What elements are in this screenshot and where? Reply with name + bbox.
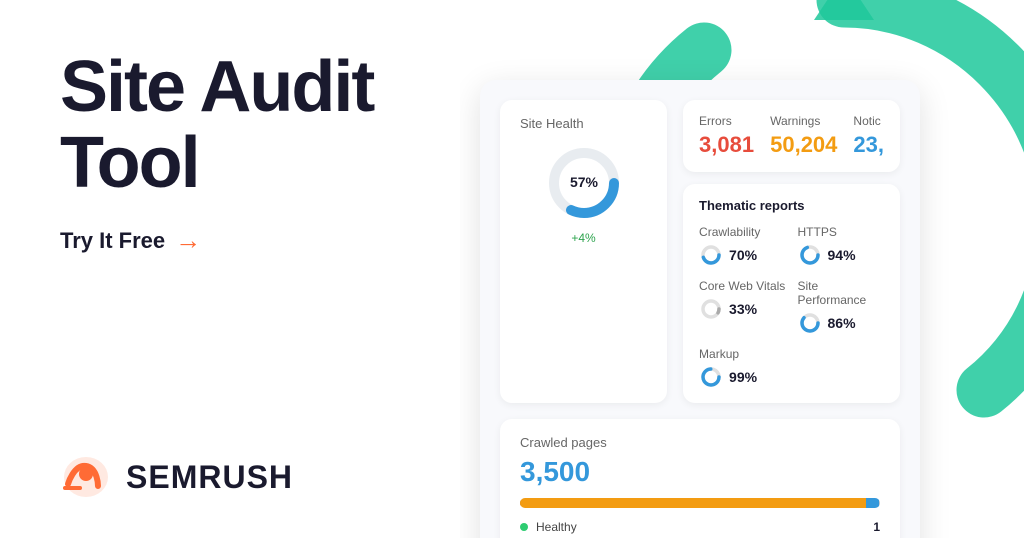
health-change: +4% xyxy=(520,231,647,245)
arrow-icon: → xyxy=(175,225,201,256)
notices-label: Notic xyxy=(853,114,884,128)
left-section: Site Audit Tool Try It Free → SEMRUSH xyxy=(0,0,460,538)
notices-value: 23, xyxy=(853,132,884,158)
thematic-core-web-vitals: Core Web Vitals 33% xyxy=(699,279,785,335)
crawled-pages-card: Crawled pages 3,500 Healthy 1 xyxy=(500,419,900,538)
progress-blocked xyxy=(879,498,880,508)
page-title: Site Audit Tool xyxy=(60,50,410,201)
thematic-site-performance: Site Performance 86% xyxy=(798,279,884,335)
hero-content: Site Audit Tool Try It Free → xyxy=(60,50,410,256)
pages-progress-bar xyxy=(520,498,880,508)
thematic-crawlability: Crawlability 70% xyxy=(699,225,785,267)
donut-chart: 57% xyxy=(520,143,647,223)
legend-healthy: Healthy 1 xyxy=(520,520,880,534)
crawled-title: Crawled pages xyxy=(520,435,880,450)
thematic-reports-card: Thematic reports Crawlability xyxy=(683,184,900,403)
pages-legend: Healthy 1 Broken 4 Have issues 3,359 xyxy=(520,520,880,538)
warnings-label: Warnings xyxy=(770,114,837,128)
dashboard-top-row: Site Health 57% +4% xyxy=(500,100,900,403)
progress-redirects xyxy=(866,498,879,508)
thematic-grid: Crawlability 70% xyxy=(699,225,884,389)
stats-top-row: Errors 3,081 Warnings 50,204 Notic 23, xyxy=(683,100,900,172)
warnings-value: 50,204 xyxy=(770,132,837,158)
svg-text:57%: 57% xyxy=(570,174,599,190)
errors-value: 3,081 xyxy=(699,132,754,158)
notices-stat: Notic 23, xyxy=(853,114,884,158)
warnings-stat: Warnings 50,204 xyxy=(770,114,837,158)
errors-stat: Errors 3,081 xyxy=(699,114,754,158)
progress-issues xyxy=(520,498,866,508)
cta-button[interactable]: Try It Free → xyxy=(60,225,410,256)
thematic-https: HTTPS 94% xyxy=(798,225,884,267)
brand-name: SEMRUSH xyxy=(126,459,293,496)
crawled-value: 3,500 xyxy=(520,456,880,488)
site-health-title: Site Health xyxy=(520,116,647,131)
errors-label: Errors xyxy=(699,114,754,128)
semrush-logo-icon xyxy=(60,456,112,498)
right-section: Site Health 57% +4% xyxy=(460,0,1024,538)
brand-section: SEMRUSH xyxy=(60,456,410,498)
site-health-card: Site Health 57% +4% xyxy=(500,100,667,403)
thematic-title: Thematic reports xyxy=(699,198,884,213)
thematic-markup: Markup 99% xyxy=(699,347,785,389)
page-container: Site Audit Tool Try It Free → SEMRUSH xyxy=(0,0,1024,538)
dashboard-card: Site Health 57% +4% xyxy=(480,80,920,538)
stats-section: Errors 3,081 Warnings 50,204 Notic 23, xyxy=(683,100,900,403)
healthy-dot xyxy=(520,523,528,531)
